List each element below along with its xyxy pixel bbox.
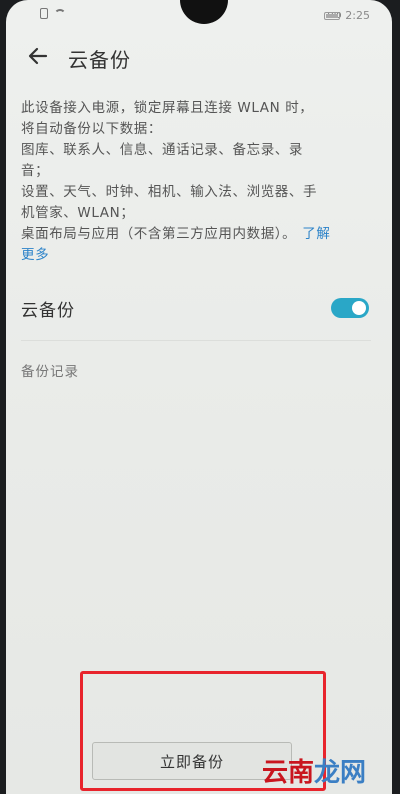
sim-card-icon bbox=[40, 8, 48, 19]
battery-icon bbox=[324, 11, 341, 20]
watermark-part2: 龙网 bbox=[314, 758, 367, 788]
site-watermark: 云南龙网 bbox=[262, 752, 366, 789]
description-line: 机管家、WLAN； bbox=[21, 205, 135, 221]
description-line: 桌面布局与应用（不含第三方应用内数据）。 了解 bbox=[21, 224, 371, 245]
cloud-backup-label: 云备份 bbox=[21, 301, 75, 321]
phone-screen: 100 2:25 云备份 此设备接入电源，锁定屏幕且连接 WLAN 时， 将自动… bbox=[6, 0, 392, 794]
camera-notch bbox=[180, 0, 228, 24]
cloud-backup-row: 云备份 bbox=[21, 292, 371, 324]
watermark-part1: 云南 bbox=[262, 758, 315, 788]
status-bar-left bbox=[40, 8, 66, 19]
backup-description: 此设备接入电源，锁定屏幕且连接 WLAN 时， 将自动备份以下数据： 图库、联系… bbox=[21, 98, 371, 266]
clock: 2:25 bbox=[345, 9, 370, 22]
description-last-line: 桌面布局与应用（不含第三方应用内数据）。 bbox=[21, 226, 297, 242]
cloud-backup-toggle[interactable] bbox=[331, 298, 369, 318]
description-line: 音； bbox=[21, 163, 50, 179]
description-line: 将自动备份以下数据： bbox=[21, 121, 162, 137]
description-line: 图库、联系人、信息、通话记录、备忘录、录 bbox=[21, 142, 303, 158]
learn-more-link[interactable]: 了解 bbox=[302, 226, 330, 242]
back-arrow-icon[interactable] bbox=[26, 44, 50, 68]
description-line: 设置、天气、时钟、相机、输入法、浏览器、手 bbox=[21, 184, 318, 200]
app-header: 云备份 bbox=[6, 40, 392, 74]
wifi-icon bbox=[54, 8, 66, 19]
description-line: 此设备接入电源，锁定屏幕且连接 WLAN 时， bbox=[21, 100, 314, 116]
status-bar-right: 100 2:25 bbox=[324, 9, 370, 22]
section-divider bbox=[21, 340, 371, 341]
backup-records-header: 备份记录 bbox=[21, 364, 79, 380]
toggle-knob bbox=[352, 301, 366, 315]
learn-more-link-continued[interactable]: 更多 bbox=[21, 245, 371, 266]
page-title: 云备份 bbox=[68, 48, 131, 72]
